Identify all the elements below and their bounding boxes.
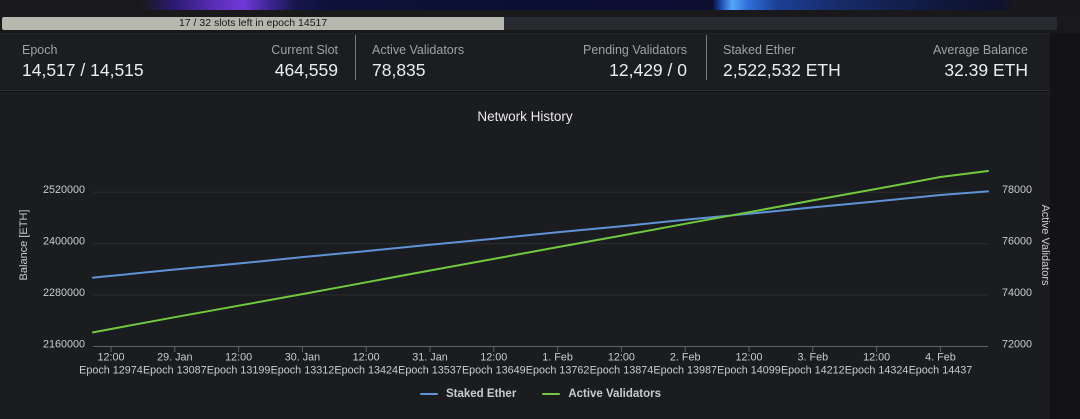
x-tick-time-label: 12:00 [735, 352, 762, 364]
network-stats-bar: Epoch 14,517 / 14,515 Current Slot 464,5… [0, 33, 1050, 91]
stat-average-balance-label: Average Balance [933, 42, 1028, 58]
x-tick-epoch-label: Epoch 13087 [143, 365, 207, 377]
stats-group-ether: Staked Ether 2,522,532 ETH Average Balan… [706, 34, 1050, 90]
x-tick-time-label: 12:00 [480, 352, 507, 364]
x-tick-time-label: 31. Jan [412, 352, 447, 364]
x-tick-time-label: 2. Feb [670, 352, 701, 364]
header-banner-image [0, 0, 1080, 10]
y-right-tick-label: 78000 [1002, 184, 1032, 196]
x-tick-epoch-label: Epoch 14437 [909, 365, 973, 377]
x-tick-epoch-label: Epoch 13424 [334, 365, 398, 377]
x-tick-time-label: 4. Feb [925, 352, 956, 364]
stat-epoch-value: 14,517 / 14,515 [22, 59, 144, 82]
stats-group-validators: Active Validators 78,835 Pending Validat… [355, 34, 706, 90]
stat-active-validators-label: Active Validators [372, 42, 464, 58]
stat-current-slot-value: 464,559 [271, 59, 338, 82]
y-left-tick-label: 2160000 [43, 339, 85, 351]
x-tick-time-label: 12:00 [225, 352, 252, 364]
chart-grid [93, 192, 988, 346]
y-right-tick-label: 76000 [1002, 236, 1032, 248]
epoch-progress-bar: 17 / 32 slots left in epoch 14517 [2, 17, 1057, 30]
chart-legend: Staked Ether Active Validators [93, 388, 988, 400]
stat-epoch-label: Epoch [22, 42, 144, 58]
stat-staked-ether-value: 2,522,532 ETH [723, 59, 841, 82]
y-left-tick-label: 2280000 [43, 287, 85, 299]
x-tick-epoch-label: Epoch 13312 [271, 365, 335, 377]
x-tick-time-label: 30. Jan [285, 352, 320, 364]
stat-pending-validators-value: 12,429 / 0 [583, 59, 687, 82]
stat-current-slot: Current Slot 464,559 [271, 42, 338, 90]
x-tick-epoch-label: Epoch 13199 [207, 365, 271, 377]
stat-pending-validators: Pending Validators 12,429 / 0 [583, 42, 687, 90]
x-tick-epoch-label: Epoch 12974 [79, 365, 143, 377]
legend-item-active-validators[interactable]: Active Validators [542, 388, 661, 400]
epoch-progress-text: 17 / 32 slots left in epoch 14517 [2, 17, 504, 30]
stat-epoch: Epoch 14,517 / 14,515 [22, 42, 144, 90]
x-tick-epoch-label: Epoch 13987 [653, 365, 717, 377]
stat-current-slot-label: Current Slot [271, 42, 338, 58]
y-left-axis-title: Balance [ETH] [18, 210, 30, 281]
legend-label-staked-ether: Staked Ether [446, 388, 516, 400]
legend-label-active-validators: Active Validators [568, 388, 661, 400]
chart-title: Network History [0, 109, 1050, 124]
stat-active-validators-value: 78,835 [372, 59, 464, 82]
x-tick-epoch-label: Epoch 14099 [717, 365, 781, 377]
x-tick-epoch-label: Epoch 13874 [590, 365, 654, 377]
active-validators-line[interactable] [93, 171, 988, 332]
x-axis-labels: 12:00 Epoch 12974 29. Jan Epoch 13087 12… [79, 352, 972, 377]
x-tick-time-label: 29. Jan [157, 352, 192, 364]
network-history-card: 2520000 2400000 2280000 2160000 Balance … [0, 92, 1050, 419]
x-tick-time-label: 12:00 [608, 352, 635, 364]
y-left-axis: 2520000 2400000 2280000 2160000 Balance … [18, 184, 85, 351]
stat-average-balance-value: 32.39 ETH [933, 59, 1028, 82]
staked-ether-line-swatch [420, 393, 438, 396]
y-right-tick-label: 74000 [1002, 287, 1032, 299]
x-tick-epoch-label: Epoch 14324 [845, 365, 909, 377]
x-tick-epoch-label: Epoch 13649 [462, 365, 526, 377]
stat-active-validators: Active Validators 78,835 [372, 42, 464, 90]
stat-staked-ether: Staked Ether 2,522,532 ETH [723, 42, 841, 90]
x-tick-time-label: 12:00 [353, 352, 380, 364]
stats-group-epoch-slot: Epoch 14,517 / 14,515 Current Slot 464,5… [0, 34, 355, 90]
x-tick-epoch-label: Epoch 14212 [781, 365, 845, 377]
stat-staked-ether-label: Staked Ether [723, 42, 841, 58]
y-left-tick-label: 2400000 [43, 236, 85, 248]
legend-item-staked-ether[interactable]: Staked Ether [420, 388, 516, 400]
stat-pending-validators-label: Pending Validators [583, 42, 687, 58]
network-history-chart[interactable]: 2520000 2400000 2280000 2160000 Balance … [0, 92, 1050, 419]
x-tick-time-label: 12:00 [863, 352, 890, 364]
active-validators-line-swatch [542, 393, 560, 396]
staked-ether-line[interactable] [93, 191, 988, 277]
beaconchain-dashboard: 17 / 32 slots left in epoch 14517 Epoch … [0, 0, 1080, 419]
y-right-axis: 78000 76000 74000 72000 Active Validator… [1002, 184, 1050, 351]
y-right-tick-label: 72000 [1002, 339, 1032, 351]
x-tick-epoch-label: Epoch 13762 [526, 365, 590, 377]
x-tick-time-label: 1. Feb [542, 352, 573, 364]
x-tick-time-label: 3. Feb [797, 352, 828, 364]
y-left-tick-label: 2520000 [43, 184, 85, 196]
epoch-progress-fill: 17 / 32 slots left in epoch 14517 [2, 17, 504, 30]
x-tick-time-label: 12:00 [97, 352, 124, 364]
stat-average-balance: Average Balance 32.39 ETH [933, 42, 1028, 90]
x-tick-epoch-label: Epoch 13537 [398, 365, 462, 377]
y-right-axis-title: Active Validators [1039, 204, 1050, 286]
